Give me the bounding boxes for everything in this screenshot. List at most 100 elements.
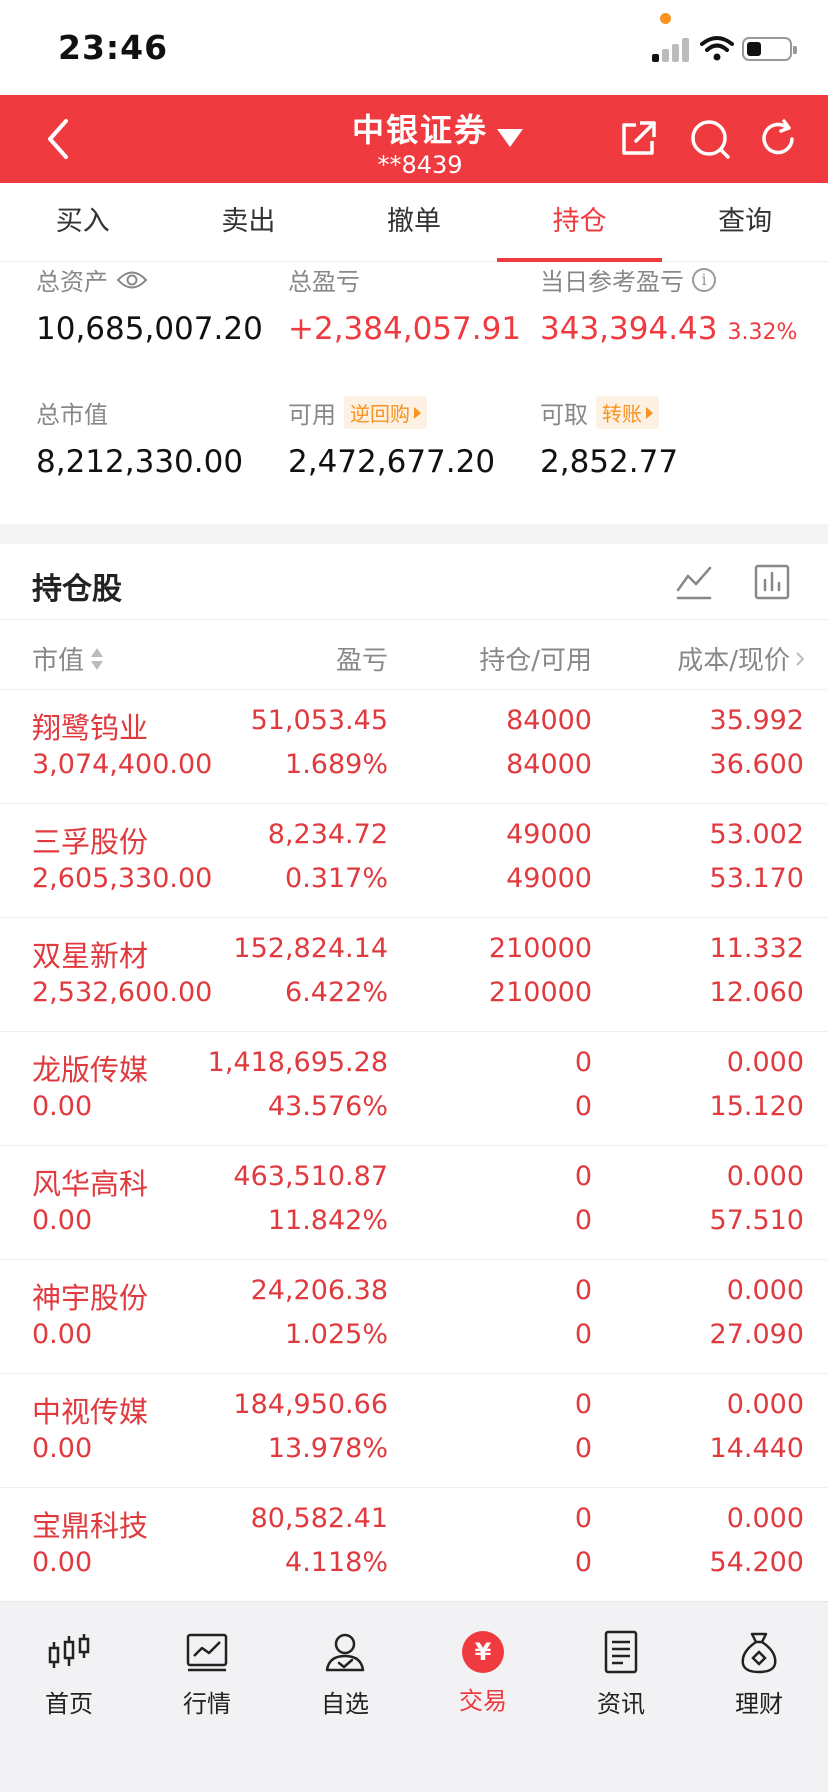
holding-row[interactable]: 中视传媒 0.00 184,950.66 13.978% 0 0 0.000 14.440: [0, 1374, 828, 1488]
cost-price: 0.000: [726, 1389, 804, 1420]
nav-trade[interactable]: ¥ 交易: [414, 1628, 552, 1716]
info-icon[interactable]: i: [692, 267, 716, 292]
current-price: 14.440: [709, 1433, 804, 1464]
refresh-icon[interactable]: [756, 117, 800, 161]
total-assets: 总资产 10,685,007.20: [36, 262, 263, 347]
column-position: 持仓/可用: [479, 646, 592, 676]
position-qty: 0: [574, 1389, 592, 1420]
holding-row[interactable]: 三孚股份 2,605,330.00 8,234.72 0.317% 49000 49000…: [0, 804, 828, 918]
daily-pnl: 当日参考盈亏 i 343,394.43 3.32%: [540, 262, 797, 347]
cost-price: 0.000: [726, 1161, 804, 1192]
line-chart-icon[interactable]: [674, 562, 714, 602]
market-value: 0.00: [32, 1091, 93, 1122]
tab-cancel-order[interactable]: 撤单: [331, 183, 497, 261]
stock-name: 龙版传媒: [32, 1053, 149, 1087]
holding-row[interactable]: 风华高科 0.00 463,510.87 11.842% 0 0 0.000 57.510: [0, 1146, 828, 1260]
pnl-percent: 0.317%: [285, 863, 388, 894]
bottom-navigation: 首页 行情 自选 ¥ 交易 资讯 理财: [0, 1601, 828, 1792]
arrow-right-icon: [414, 406, 421, 419]
market-value: 2,605,330.00: [32, 863, 213, 894]
market-value: 0.00: [32, 1205, 93, 1236]
current-price: 36.600: [709, 749, 804, 780]
share-icon[interactable]: [616, 117, 660, 161]
cost-price: 0.000: [726, 1047, 804, 1078]
holding-row[interactable]: 双星新材 2,532,600.00 152,824.14 6.422% 210000 21…: [0, 918, 828, 1032]
current-price: 12.060: [709, 977, 804, 1008]
status-bar: 23:46: [0, 0, 828, 95]
available-funds: 可用 逆回购 2,472,677.20: [288, 395, 495, 480]
current-price: 54.200: [709, 1547, 804, 1578]
battery-icon: [742, 37, 797, 61]
holdings-header: 持仓股: [0, 544, 828, 620]
nav-home[interactable]: 首页: [0, 1628, 138, 1719]
nav-watchlist[interactable]: 自选: [276, 1628, 414, 1719]
account-summary: 总资产 10,685,007.20 总盈亏 +2,384,057.91 当日参考…: [0, 262, 828, 524]
search-icon[interactable]: [688, 117, 732, 161]
recording-indicator-dot: [660, 13, 671, 24]
nav-news[interactable]: 资讯: [552, 1628, 690, 1719]
transfer-tag[interactable]: 转账: [596, 396, 659, 429]
pnl-percent: 13.978%: [267, 1433, 388, 1464]
market-value: 2,532,600.00: [32, 977, 213, 1008]
holdings-column-header: 市值 盈亏 持仓/可用 成本/现价: [0, 620, 828, 690]
pnl-percent: 6.422%: [285, 977, 388, 1008]
trade-tabs: 买入 卖出 撤单 持仓 查询: [0, 183, 828, 262]
nav-wealth[interactable]: 理财: [690, 1628, 828, 1719]
tab-sell[interactable]: 卖出: [166, 183, 332, 261]
available-qty: 0: [574, 1091, 592, 1122]
available-qty: 210000: [488, 977, 592, 1008]
cost-price: 0.000: [726, 1275, 804, 1306]
available-qty: 0: [574, 1205, 592, 1236]
position-qty: 49000: [506, 819, 592, 850]
stock-name: 宝鼎科技: [32, 1509, 149, 1543]
holding-row[interactable]: 翔鹭钨业 3,074,400.00 51,053.45 1.689% 84000 8400…: [0, 690, 828, 804]
dropdown-triangle-icon[interactable]: [497, 129, 523, 147]
yen-icon: ¥: [462, 1631, 504, 1673]
current-price: 27.090: [709, 1319, 804, 1350]
holding-row[interactable]: 龙版传媒 0.00 1,418,695.28 43.576% 0 0 0.000 15.120: [0, 1032, 828, 1146]
stock-name: 中视传媒: [32, 1395, 149, 1429]
current-price: 53.170: [709, 863, 804, 894]
holding-row[interactable]: 宝鼎科技 0.00 80,582.41 4.118% 0 0 0.000 54.200: [0, 1488, 828, 1602]
pnl-amount: 184,950.66: [233, 1389, 388, 1420]
column-market-value[interactable]: 市值: [32, 640, 104, 677]
account-number: **8439: [377, 151, 463, 179]
section-divider: [0, 524, 828, 544]
total-pnl: 总盈亏 +2,384,057.91: [288, 262, 521, 347]
chevron-right-icon: [796, 651, 804, 666]
pnl-amount: 80,582.41: [250, 1503, 388, 1534]
money-bag-icon: [741, 1632, 777, 1674]
available-qty: 49000: [506, 863, 592, 894]
market-value-value: 8,212,330.00: [36, 444, 244, 480]
tab-positions[interactable]: 持仓: [496, 183, 663, 262]
eye-icon[interactable]: [116, 269, 148, 291]
holding-row[interactable]: 神宇股份 0.00 24,206.38 1.025% 0 0 0.000 27.090: [0, 1260, 828, 1374]
bar-chart-icon[interactable]: [752, 562, 792, 602]
back-arrow-icon[interactable]: [40, 117, 76, 161]
pnl-amount: 24,206.38: [250, 1275, 388, 1306]
tab-query[interactable]: 查询: [662, 183, 828, 261]
stock-name: 翔鹭钨业: [32, 711, 149, 745]
nav-market[interactable]: 行情: [138, 1628, 276, 1719]
cost-price: 53.002: [709, 819, 804, 850]
position-qty: 84000: [506, 705, 592, 736]
stock-name: 风华高科: [32, 1167, 149, 1201]
column-cost-price[interactable]: 成本/现价: [677, 640, 804, 677]
available-qty: 0: [574, 1433, 592, 1464]
withdrawable-funds: 可取 转账 2,852.77: [540, 395, 678, 480]
status-time: 23:46: [58, 28, 169, 67]
tab-buy[interactable]: 买入: [0, 183, 166, 261]
pnl-amount: 152,824.14: [233, 933, 388, 964]
chart-icon: [186, 1633, 228, 1672]
cellular-signal-icon: [652, 36, 690, 62]
reverse-repo-tag[interactable]: 逆回购: [344, 396, 427, 429]
available-qty: 84000: [506, 749, 592, 780]
current-price: 57.510: [709, 1205, 804, 1236]
cost-price: 35.992: [709, 705, 804, 736]
position-qty: 0: [574, 1047, 592, 1078]
candlestick-icon: [48, 1634, 90, 1668]
daily-pnl-value: 343,394.43: [540, 311, 718, 347]
market-value: 总市值 8,212,330.00: [36, 395, 243, 480]
total-pnl-value: +2,384,057.91: [288, 311, 522, 347]
withdrawable-value: 2,852.77: [540, 444, 679, 480]
